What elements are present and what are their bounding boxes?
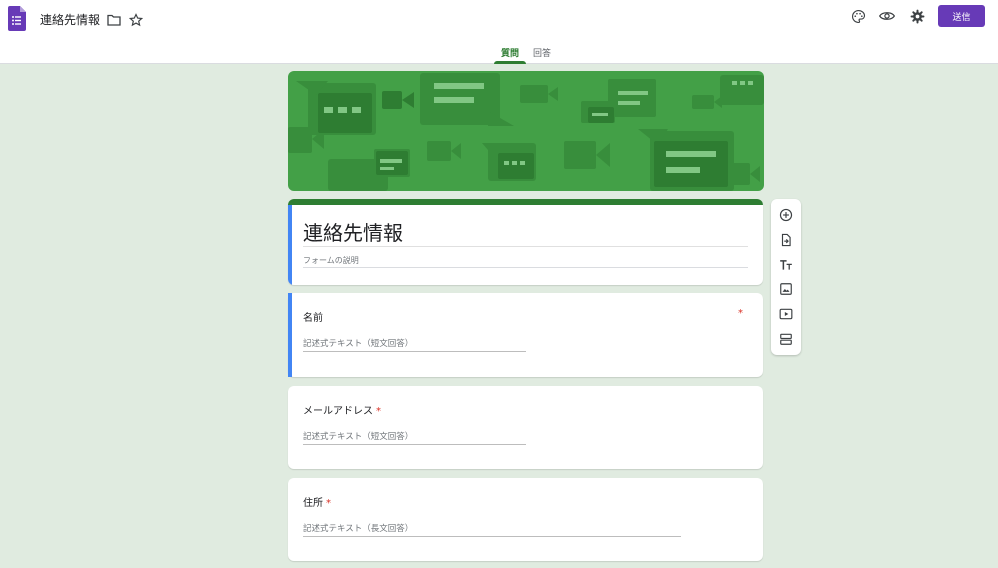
header-banner-image	[288, 71, 764, 191]
add-image-icon[interactable]	[778, 281, 794, 297]
required-asterisk: *	[376, 406, 381, 417]
send-button[interactable]: 送信	[938, 5, 985, 27]
form-title-card[interactable]: 連絡先情報 フォームの説明	[288, 199, 763, 285]
banner-chat-pattern	[288, 73, 764, 191]
add-question-icon[interactable]	[778, 207, 794, 223]
add-section-icon[interactable]	[778, 331, 794, 347]
folder-icon[interactable]	[106, 12, 122, 28]
question-title-text: 住所	[303, 498, 323, 509]
question-title[interactable]: メールアドレス *	[303, 402, 381, 417]
import-questions-icon[interactable]	[778, 232, 794, 248]
preview-eye-icon[interactable]	[879, 8, 895, 24]
required-asterisk: *	[738, 308, 743, 319]
divider	[303, 267, 748, 268]
floating-toolbar	[771, 199, 801, 355]
tab-responses[interactable]: 回答	[526, 42, 558, 64]
short-answer-placeholder: 記述式テキスト（短文回答）	[303, 432, 414, 442]
settings-gear-icon[interactable]	[909, 8, 925, 24]
form-title[interactable]: 連絡先情報	[303, 217, 403, 246]
question-card-name[interactable]: 名前 * 記述式テキスト（短文回答）	[288, 293, 763, 377]
question-card-address[interactable]: 住所 * 記述式テキスト（長文回答）	[288, 478, 763, 561]
top-header: 連絡先情報 送信 質問 回答	[0, 0, 998, 64]
required-asterisk: *	[326, 498, 331, 509]
active-card-indicator	[288, 293, 292, 377]
question-card-email[interactable]: メールアドレス * 記述式テキスト（短文回答）	[288, 386, 763, 469]
form-description-field[interactable]: フォームの説明	[303, 255, 359, 266]
short-answer-placeholder: 記述式テキスト（短文回答）	[303, 339, 414, 349]
long-answer-placeholder: 記述式テキスト（長文回答）	[303, 524, 414, 534]
divider	[303, 246, 748, 247]
tab-questions[interactable]: 質問	[494, 42, 527, 64]
document-title[interactable]: 連絡先情報	[40, 11, 100, 28]
active-card-indicator	[288, 205, 292, 285]
answer-underline	[303, 536, 681, 537]
theme-color-bar	[288, 199, 763, 205]
forms-logo-icon[interactable]	[8, 6, 26, 31]
add-video-icon[interactable]	[778, 306, 794, 322]
add-title-icon[interactable]	[778, 257, 794, 273]
palette-icon[interactable]	[850, 8, 866, 24]
star-icon[interactable]	[128, 12, 144, 28]
question-response-tabs: 質問 回答	[494, 42, 558, 64]
question-title[interactable]: 住所 *	[303, 494, 331, 509]
question-title[interactable]: 名前	[303, 309, 323, 324]
answer-underline	[303, 351, 526, 352]
answer-underline	[303, 444, 526, 445]
question-title-text: メールアドレス	[303, 406, 373, 417]
